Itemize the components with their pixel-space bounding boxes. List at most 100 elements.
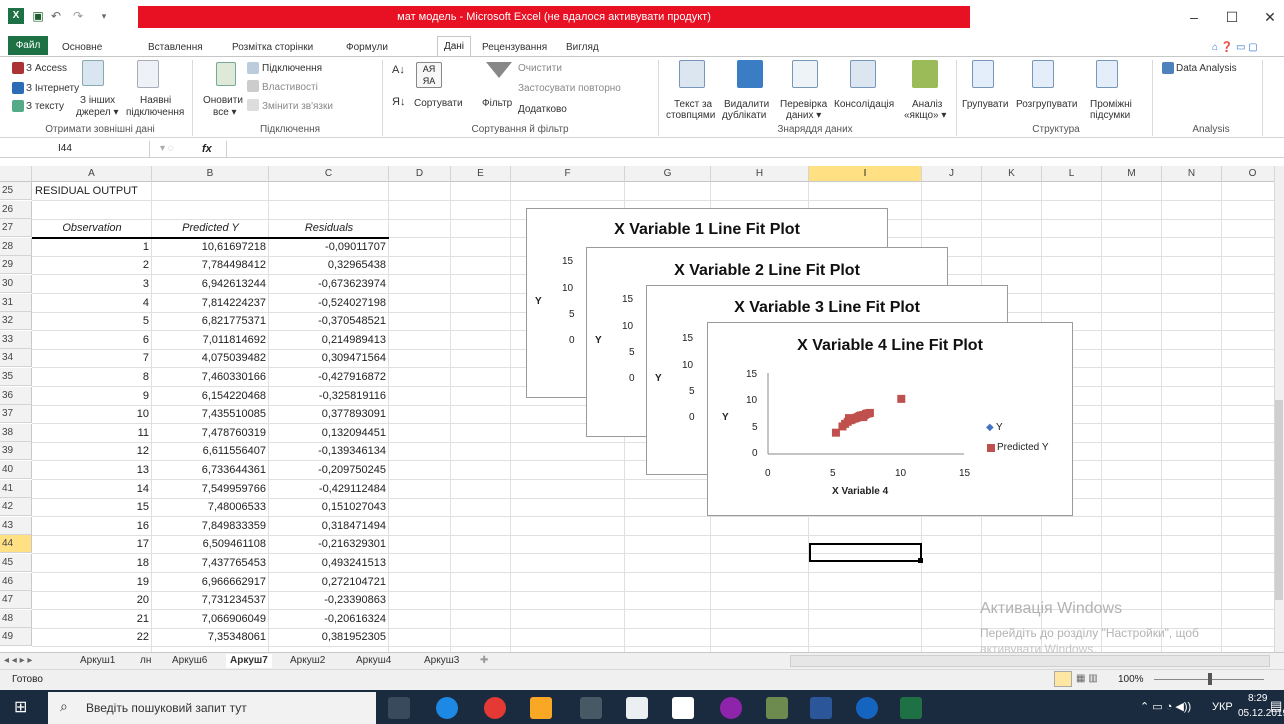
- page-layout-icon[interactable]: ▦ ▥: [1076, 673, 1098, 684]
- table-cell[interactable]: 21: [35, 610, 149, 628]
- tab-view[interactable]: Вигляд: [566, 40, 599, 56]
- column-header[interactable]: D: [389, 166, 451, 182]
- table-cell[interactable]: 16: [35, 517, 149, 535]
- tab-file[interactable]: Файл: [8, 36, 48, 55]
- tab-insert[interactable]: Вставлення: [148, 40, 203, 56]
- what-if-label-2[interactable]: «якщо» ▾: [904, 110, 946, 122]
- maximize-button[interactable]: ☐: [1212, 6, 1252, 28]
- column-header[interactable]: F: [511, 166, 625, 182]
- column-header[interactable]: B: [152, 166, 269, 182]
- column-header[interactable]: A: [32, 166, 152, 182]
- table-cell[interactable]: -0,524027198: [272, 294, 386, 312]
- data-validation-label-2[interactable]: даних ▾: [786, 110, 821, 122]
- table-cell[interactable]: 14: [35, 480, 149, 498]
- table-cell[interactable]: 0,132094451: [272, 424, 386, 442]
- zoom-slider-thumb[interactable]: [1208, 673, 1212, 685]
- table-cell[interactable]: 7,011814692: [155, 331, 266, 349]
- sheet-tab[interactable]: лн: [140, 654, 151, 668]
- text-to-columns-label-2[interactable]: стовпцями: [666, 110, 715, 122]
- table-cell[interactable]: -0,325819116: [272, 387, 386, 405]
- table-cell[interactable]: 10,61697218: [155, 238, 266, 256]
- from-web-button[interactable]: З Інтернету: [26, 83, 79, 95]
- sheet-nav-icon[interactable]: ◂ ◂ ▸ ▸: [4, 654, 32, 668]
- table-cell[interactable]: 7,460330166: [155, 368, 266, 386]
- tray-icons[interactable]: ⌃ ▭ ◔ ◀)): [1140, 700, 1191, 713]
- table-cell[interactable]: 0,493241513: [272, 554, 386, 572]
- column-header[interactable]: L: [1042, 166, 1102, 182]
- name-box[interactable]: I44: [10, 141, 150, 157]
- sort-button[interactable]: Сортувати: [414, 98, 463, 110]
- table-cell[interactable]: -0,216329301: [272, 535, 386, 553]
- table-cell[interactable]: 6,154220468: [155, 387, 266, 405]
- row-header[interactable]: 33: [0, 330, 32, 349]
- row-header[interactable]: 46: [0, 572, 32, 591]
- sheet-tab[interactable]: Аркуш3: [424, 654, 459, 668]
- table-cell[interactable]: 7,549959766: [155, 480, 266, 498]
- table-header[interactable]: Observation: [35, 219, 149, 237]
- table-cell[interactable]: 3: [35, 275, 149, 293]
- column-header[interactable]: N: [1162, 166, 1222, 182]
- table-cell[interactable]: -0,370548521: [272, 312, 386, 330]
- sheet-tab-active[interactable]: Аркуш7: [226, 654, 272, 668]
- table-cell[interactable]: 7,35348061: [155, 628, 266, 646]
- row-header[interactable]: 39: [0, 442, 32, 461]
- sheet-tab[interactable]: Аркуш1: [80, 654, 115, 668]
- existing-connections-label-1[interactable]: Наявні: [140, 95, 171, 107]
- table-cell[interactable]: 7,066906049: [155, 610, 266, 628]
- row-header[interactable]: 34: [0, 349, 32, 368]
- row-header[interactable]: 40: [0, 461, 32, 479]
- table-cell[interactable]: 0,377893091: [272, 405, 386, 423]
- tab-home[interactable]: Основне: [62, 40, 102, 56]
- table-cell[interactable]: 4,075039482: [155, 349, 266, 367]
- filter-button[interactable]: Фільтр: [482, 98, 512, 110]
- column-header[interactable]: K: [982, 166, 1042, 182]
- column-header[interactable]: J: [922, 166, 982, 182]
- data-analysis-button[interactable]: Data Analysis: [1176, 63, 1237, 75]
- table-cell[interactable]: 7,849833359: [155, 517, 266, 535]
- table-header[interactable]: Residuals: [272, 219, 386, 237]
- row-header[interactable]: 26: [0, 200, 32, 219]
- close-button[interactable]: ✕: [1250, 6, 1284, 28]
- table-header[interactable]: Predicted Y: [155, 219, 266, 237]
- table-cell[interactable]: 13: [35, 461, 149, 479]
- connections-button[interactable]: Підключення: [262, 63, 322, 75]
- table-cell[interactable]: 6,966662917: [155, 573, 266, 591]
- row-header[interactable]: 27: [0, 219, 32, 238]
- help-app-icon[interactable]: [856, 697, 878, 719]
- chart-x-variable-4[interactable]: X Variable 4 Line Fit Plot 15 10 5 0 0 5…: [707, 322, 1073, 516]
- edit-links-button[interactable]: Змінити зв'язки: [262, 101, 333, 113]
- column-header[interactable]: E: [451, 166, 511, 182]
- tab-page-layout[interactable]: Розмітка сторінки: [232, 40, 313, 56]
- table-cell[interactable]: 6,942613244: [155, 275, 266, 293]
- reapply-filter-button[interactable]: Застосувати повторно: [518, 83, 621, 95]
- from-access-button[interactable]: З Access: [26, 63, 67, 75]
- subtotal-label-2[interactable]: підсумки: [1090, 110, 1130, 122]
- row-header[interactable]: 49: [0, 628, 32, 647]
- ungroup-button[interactable]: Розгрупувати: [1016, 99, 1077, 111]
- undo-icon[interactable]: ↶: [48, 8, 64, 24]
- redo-icon[interactable]: ↷: [70, 8, 86, 24]
- table-cell[interactable]: -0,139346134: [272, 442, 386, 460]
- table-cell[interactable]: 17: [35, 535, 149, 553]
- row-header[interactable]: 31: [0, 293, 32, 312]
- fx-icon[interactable]: fx: [202, 141, 212, 157]
- zoom-level[interactable]: 100%: [1118, 674, 1144, 685]
- windows-start-icon[interactable]: ⊞: [14, 697, 27, 717]
- row-header[interactable]: 45: [0, 554, 32, 572]
- from-text-button[interactable]: З тексту: [26, 101, 64, 113]
- table-cell[interactable]: 12: [35, 442, 149, 460]
- calculator-icon[interactable]: [580, 697, 602, 719]
- sheet-tab[interactable]: Аркуш2: [290, 654, 325, 668]
- clear-filter-button[interactable]: Очистити: [518, 63, 562, 75]
- sheet-tab[interactable]: Аркуш4: [356, 654, 391, 668]
- table-cell[interactable]: -0,427916872: [272, 368, 386, 386]
- table-cell[interactable]: 0,214989413: [272, 331, 386, 349]
- row-header[interactable]: 43: [0, 516, 32, 535]
- row-header[interactable]: 48: [0, 609, 32, 628]
- table-cell[interactable]: 0,272104721: [272, 573, 386, 591]
- chrome-icon[interactable]: [484, 697, 506, 719]
- tab-review[interactable]: Рецензування: [482, 40, 547, 56]
- table-cell[interactable]: 10: [35, 405, 149, 423]
- row-header[interactable]: 32: [0, 312, 32, 331]
- word-icon[interactable]: [810, 697, 832, 719]
